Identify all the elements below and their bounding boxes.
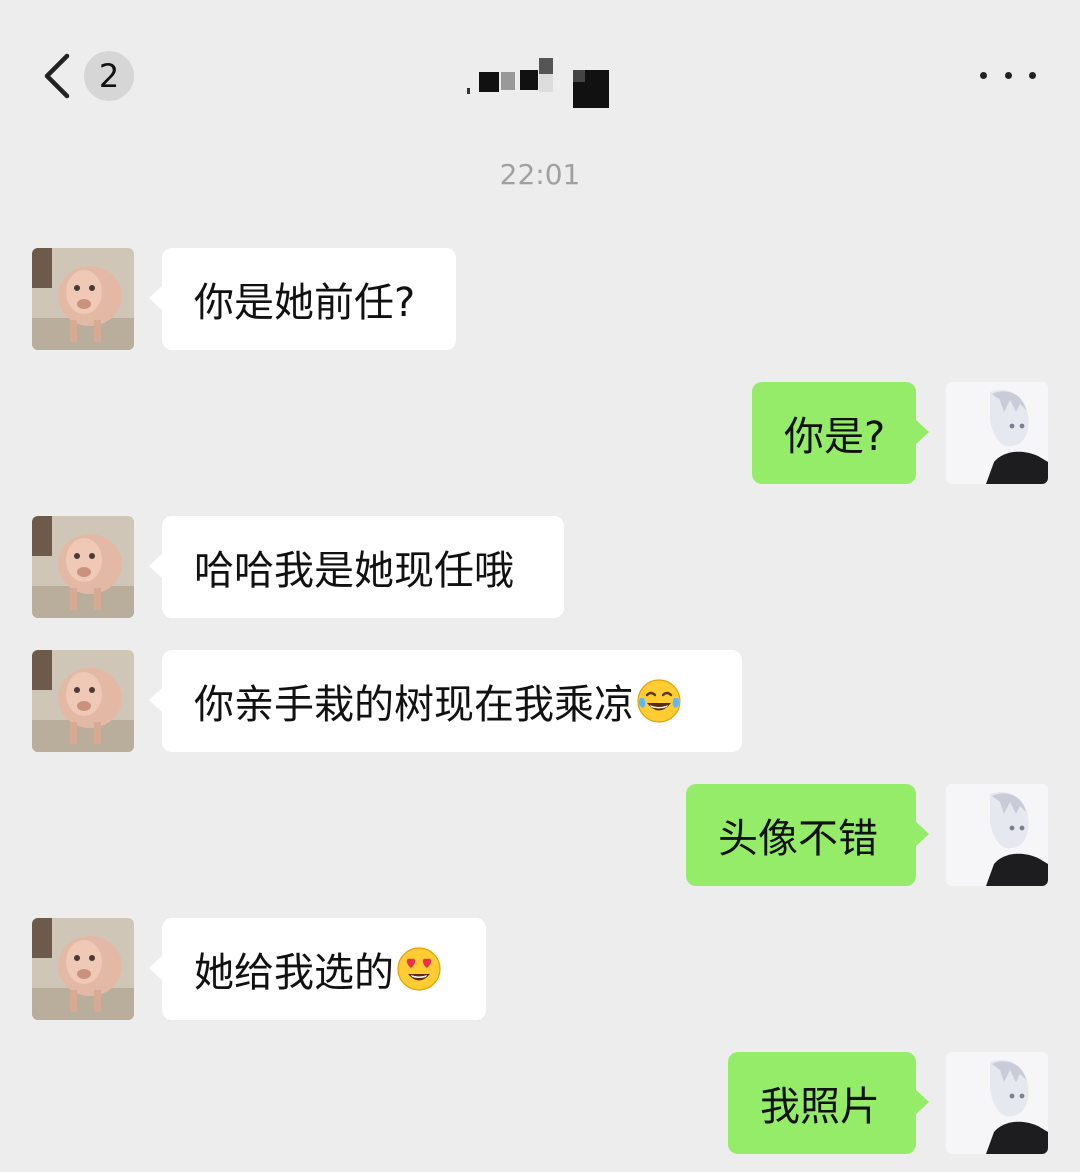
my-avatar[interactable] <box>946 382 1048 484</box>
message-text: 你亲手栽的树现在我乘凉 <box>194 682 634 728</box>
heart-eyes-emoji <box>396 946 442 992</box>
message-bubble-incoming[interactable]: 她给我选的 <box>149 918 486 1020</box>
message-bubble-outgoing[interactable]: 你是? <box>752 382 929 484</box>
message-timestamp: 22:01 <box>499 158 581 191</box>
my-avatar[interactable] <box>946 1052 1048 1154</box>
contact-name-redacted <box>465 52 615 112</box>
contact-avatar[interactable] <box>32 650 134 752</box>
contact-avatar[interactable] <box>32 516 134 618</box>
message-text: 你是? <box>784 414 886 460</box>
message-bubble-outgoing[interactable]: 我照片 <box>728 1052 929 1154</box>
message-bubble-incoming[interactable]: 你亲手栽的树现在我乘凉 <box>149 650 742 752</box>
back-button[interactable]: 2 <box>36 48 146 104</box>
message-text: 头像不错 <box>718 816 878 862</box>
chat-header: 2 <box>0 0 1080 150</box>
contact-avatar[interactable] <box>32 918 134 1020</box>
my-avatar[interactable] <box>946 784 1048 886</box>
message-bubble-outgoing[interactable]: 头像不错 <box>686 784 929 886</box>
chevron-left-icon <box>36 48 76 104</box>
message-text: 哈哈我是她现任哦 <box>194 548 514 594</box>
unread-count-badge: 2 <box>84 51 134 101</box>
contact-avatar[interactable] <box>32 248 134 350</box>
message-bubble-incoming[interactable]: 哈哈我是她现任哦 <box>149 516 564 618</box>
message-text: 你是她前任? <box>194 280 416 326</box>
tears-of-joy-emoji <box>636 678 682 724</box>
more-dots-icon <box>980 71 987 79</box>
message-text: 她给我选的 <box>194 950 394 996</box>
message-text: 我照片 <box>760 1084 880 1130</box>
message-bubble-incoming[interactable]: 你是她前任? <box>149 248 456 350</box>
more-options-button[interactable] <box>980 60 1036 90</box>
